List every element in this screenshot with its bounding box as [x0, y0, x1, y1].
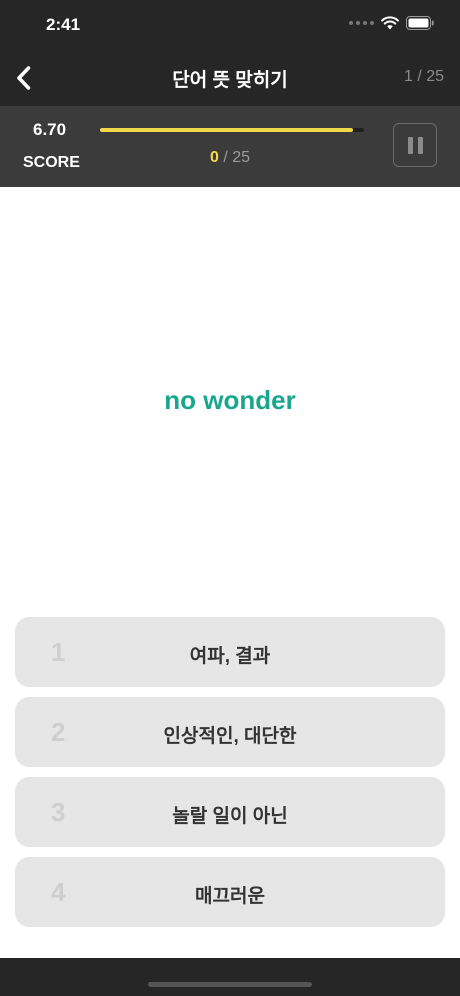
status-icons — [349, 16, 434, 30]
page-title: 단어 뜻 맞히기 — [172, 70, 288, 91]
choice-button-1[interactable]: 1 여파, 결과 — [15, 617, 445, 687]
progress-total: / 25 — [218, 149, 251, 166]
choice-text: 여파, 결과 — [189, 646, 271, 667]
pause-icon-bar — [417, 136, 423, 154]
progress-current: 0 — [209, 149, 219, 166]
status-bar: 2:41 — [0, 0, 460, 50]
question-word: no wonder — [164, 385, 296, 415]
timer-bar-fill — [100, 128, 354, 132]
pause-button[interactable] — [393, 123, 437, 167]
signal-icon — [349, 21, 374, 25]
choice-button-3[interactable]: 3 놀랄 일이 아닌 — [15, 777, 445, 847]
status-time: 2:41 — [46, 15, 81, 34]
wifi-icon — [381, 16, 399, 30]
choice-text: 매끄러운 — [195, 886, 265, 907]
battery-icon — [406, 16, 434, 30]
score-value: 6.70 — [33, 120, 67, 139]
choice-text: 인상적인, 대단한 — [163, 726, 297, 747]
pause-icon — [407, 136, 413, 154]
question-counter: 1 / 25 — [403, 68, 444, 85]
progress-text: 0 / 25 — [0, 149, 460, 167]
choice-button-2[interactable]: 2 인상적인, 대단한 — [15, 697, 445, 767]
nav-bar: 단어 뜻 맞히기 1 / 25 — [0, 50, 460, 106]
choice-text: 놀랄 일이 아닌 — [172, 806, 288, 827]
score-panel: 6.70 SCORE 0 / 25 — [0, 106, 460, 187]
bottom-bar — [0, 958, 460, 996]
home-indicator[interactable] — [148, 982, 312, 987]
timer-bar — [100, 128, 364, 132]
choice-button-4[interactable]: 4 매끄러운 — [15, 857, 445, 927]
